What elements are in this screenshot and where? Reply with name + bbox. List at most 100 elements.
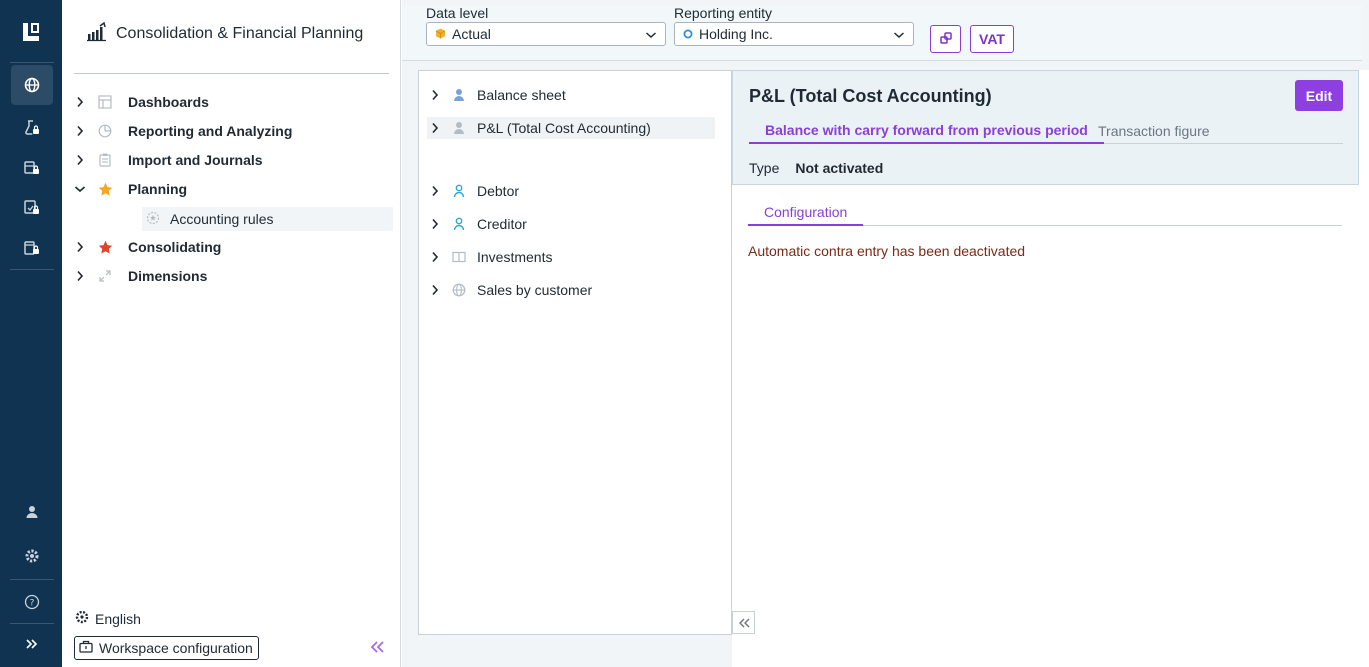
chevron-right-icon[interactable] <box>427 89 443 101</box>
nav-item-label: Consolidating <box>128 239 222 255</box>
chevron-right-icon[interactable] <box>427 284 443 296</box>
nav-subitem-label: Accounting rules <box>170 211 274 227</box>
chevron-right-icon[interactable] <box>427 251 443 263</box>
person-icon <box>451 88 467 102</box>
reporting-entity-label: Reporting entity <box>674 5 773 21</box>
chevron-right-icon[interactable] <box>427 218 443 230</box>
chevron-down-icon <box>893 26 905 42</box>
language-selector[interactable]: English <box>75 610 141 627</box>
person-icon <box>451 121 467 135</box>
language-label: English <box>95 610 141 627</box>
tree-item-sales-by-customer[interactable]: Sales by customer <box>427 279 592 301</box>
nav-item-dimensions[interactable]: Dimensions <box>72 263 207 289</box>
double-chevron-left-icon <box>738 615 750 631</box>
tree-item-label: Debtor <box>477 183 520 199</box>
tab-configuration[interactable]: Configuration <box>748 199 864 226</box>
chevron-right-icon[interactable] <box>427 122 443 134</box>
type-key: Type <box>749 160 780 176</box>
star-icon <box>96 182 114 197</box>
user-icon[interactable] <box>11 492 53 532</box>
tree-item-creditor[interactable]: Creditor <box>427 213 527 235</box>
growth-chart-icon <box>86 21 108 45</box>
chevron-down-icon[interactable] <box>72 185 88 193</box>
chevron-right-icon[interactable] <box>72 154 88 166</box>
help-icon[interactable]: ? <box>11 582 53 622</box>
logo-icon[interactable] <box>0 10 62 54</box>
nav-item-consolidating[interactable]: Consolidating <box>72 234 221 260</box>
tree-item-investments[interactable]: Investments <box>427 246 552 268</box>
vat-button[interactable]: VAT <box>970 25 1014 53</box>
nav-item-import-and-journals[interactable]: Import and Journals <box>72 147 263 173</box>
tree-item-label: Investments <box>477 249 553 265</box>
nav-item-dashboards[interactable]: Dashboards <box>72 89 209 115</box>
edit-button[interactable]: Edit <box>1295 80 1343 111</box>
cylinder-lock-icon[interactable] <box>11 228 53 268</box>
nav-item-label: Reporting and Analyzing <box>128 123 293 139</box>
person-icon <box>451 184 467 198</box>
data-lock-icon[interactable] <box>11 148 53 188</box>
data-level-label: Data level <box>426 5 489 21</box>
detail-tabs: Balance with carry forward from previous… <box>749 117 1343 144</box>
nav-item-label: Dashboards <box>128 94 209 110</box>
app-title: Consolidation & Financial Planning <box>116 24 364 42</box>
tree-item-label: P&L (Total Cost Accounting) <box>477 120 651 136</box>
chevron-right-icon[interactable] <box>72 96 88 108</box>
type-row: Type Not activated <box>749 160 883 176</box>
tree-item-balance-sheet[interactable]: Balance sheet <box>427 84 566 106</box>
collapse-tree-button[interactable] <box>732 611 755 634</box>
detail-header: P&L (Total Cost Accounting) Edit Balance… <box>732 70 1359 185</box>
nav-item-label: Planning <box>128 181 188 197</box>
chevron-right-icon[interactable] <box>72 270 88 282</box>
link-entities-button[interactable] <box>930 25 961 53</box>
detail-title: P&L (Total Cost Accounting) <box>749 86 992 106</box>
report-lock-icon[interactable] <box>11 188 53 228</box>
nav-item-label: Import and Journals <box>128 152 263 168</box>
navigation-panel: Consolidation & Financial Planning Dashb… <box>62 0 401 667</box>
reporting-entity-value: Holding Inc. <box>699 26 773 42</box>
detail-panel: P&L (Total Cost Accounting) Edit Balance… <box>732 70 1369 667</box>
main-area: Data level Actual Reporting entity Holdi… <box>402 0 1369 667</box>
expand-arrows-icon <box>96 269 114 283</box>
status-message: Automatic contra entry has been deactiva… <box>748 243 1026 259</box>
globe-icon <box>451 283 467 297</box>
briefcase-icon <box>79 640 93 656</box>
person-icon <box>451 217 467 231</box>
nav-item-label: Dimensions <box>128 268 208 284</box>
nav-item-reporting-and-analyzing[interactable]: Reporting and Analyzing <box>72 118 292 144</box>
tree-item-label: Creditor <box>477 216 527 232</box>
dashboard-icon <box>96 95 114 109</box>
cube-icon <box>435 26 446 42</box>
pie-chart-icon <box>96 124 114 138</box>
chevron-right-icon[interactable] <box>72 125 88 137</box>
nav-subitem-accounting-rules[interactable]: Accounting rules <box>142 207 393 231</box>
app-rail: ? <box>0 0 62 667</box>
tree-item-debtor[interactable]: Debtor <box>427 180 519 202</box>
tab-transaction-figure[interactable]: Transaction figure <box>1082 117 1226 144</box>
expand-chevrons-icon[interactable] <box>11 624 53 664</box>
tab-balance-carry-forward[interactable]: Balance with carry forward from previous… <box>749 117 1104 144</box>
data-level-value: Actual <box>452 26 491 42</box>
circle-icon <box>683 26 693 42</box>
globe-icon[interactable] <box>11 65 53 105</box>
tree-item-label: Balance sheet <box>477 87 566 103</box>
svg-text:?: ? <box>30 599 35 609</box>
link-icon <box>939 31 952 47</box>
chevron-right-icon[interactable] <box>72 241 88 253</box>
chevron-right-icon[interactable] <box>427 185 443 197</box>
lab-flask-lock-icon[interactable] <box>11 108 53 148</box>
nav-item-planning[interactable]: Planning <box>72 176 187 202</box>
star-icon <box>96 240 114 255</box>
workspace-configuration-button[interactable]: Workspace configuration <box>74 636 259 660</box>
book-icon <box>451 251 467 263</box>
workspace-configuration-label: Workspace configuration <box>99 640 253 656</box>
data-level-select[interactable]: Actual <box>426 22 666 46</box>
settings-gear-icon[interactable] <box>11 536 53 576</box>
clipboard-icon <box>96 153 114 167</box>
gear-star-icon <box>146 211 160 228</box>
type-value: Not activated <box>795 160 884 176</box>
reporting-entity-select[interactable]: Holding Inc. <box>674 22 914 46</box>
chevron-down-icon <box>645 26 657 42</box>
app-header: Consolidation & Financial Planning <box>86 21 364 45</box>
tree-item-pl-total-cost-accounting[interactable]: P&L (Total Cost Accounting) <box>427 117 715 139</box>
collapse-panel-icon[interactable] <box>365 636 389 658</box>
